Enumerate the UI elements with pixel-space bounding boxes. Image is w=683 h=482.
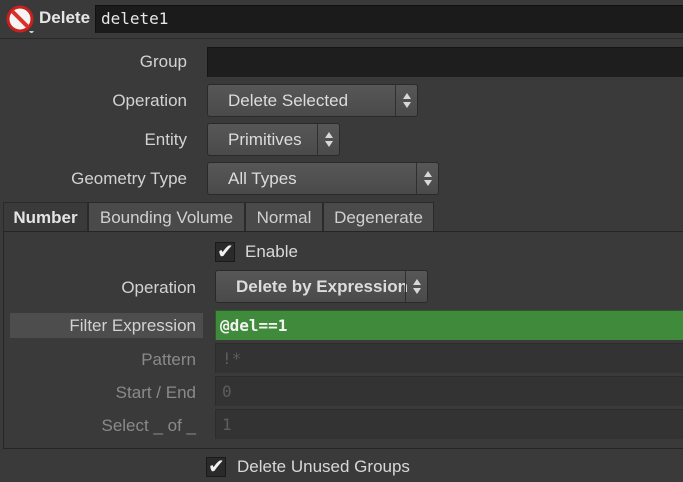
geometry-type-label: Geometry Type xyxy=(71,169,187,188)
start-end-value: 0 xyxy=(222,382,232,401)
filter-expression-field[interactable]: @del==1 xyxy=(215,310,683,340)
filter-expression-value: @del==1 xyxy=(220,316,288,335)
geometry-type-dropdown[interactable]: All Types xyxy=(207,162,439,195)
dropdown-arrows-icon xyxy=(416,163,438,194)
pattern-label: Pattern xyxy=(141,350,196,369)
group-field[interactable] xyxy=(207,47,683,77)
operation-dropdown[interactable]: Delete Selected xyxy=(207,84,418,117)
start-end-field: 0 xyxy=(215,376,683,406)
pattern-field: !* xyxy=(215,343,683,373)
geometry-type-value: All Types xyxy=(228,169,297,188)
node-header: Delete delete1 xyxy=(0,0,683,38)
select-of-field: 1 xyxy=(215,409,683,439)
pattern-value: !* xyxy=(222,349,242,368)
entity-label: Entity xyxy=(144,130,187,149)
node-name-field[interactable]: delete1 xyxy=(95,5,683,33)
tab-degenerate[interactable]: Degenerate xyxy=(323,202,434,232)
dropdown-arrows-icon xyxy=(317,124,339,155)
dropdown-arrows-icon xyxy=(405,271,427,302)
tab-number[interactable]: Number xyxy=(3,202,88,233)
entity-dropdown[interactable]: Primitives xyxy=(207,123,340,156)
select-of-value: 1 xyxy=(222,415,232,434)
enable-label: Enable xyxy=(245,242,298,261)
delete-unused-groups-label: Delete Unused Groups xyxy=(237,457,410,476)
operation-label: Operation xyxy=(112,91,187,110)
node-type-label: Delete xyxy=(39,8,91,27)
dropdown-arrows-icon xyxy=(395,85,417,116)
checkmark-icon: ✔ xyxy=(217,241,234,263)
select-of-label: Select _ of _ xyxy=(101,416,196,435)
number-operation-dropdown[interactable]: Delete by Expression xyxy=(215,270,428,303)
enable-checkbox[interactable]: ✔ xyxy=(215,241,235,263)
entity-value: Primitives xyxy=(228,130,302,149)
no-entry-icon xyxy=(6,5,34,33)
tab-normal[interactable]: Normal xyxy=(245,202,323,232)
filter-expression-label: Filter Expression xyxy=(69,316,196,335)
header-divider xyxy=(0,38,683,39)
operation-value: Delete Selected xyxy=(228,91,349,110)
delete-unused-groups-checkbox[interactable]: ✔ xyxy=(206,456,226,478)
number-operation-label: Operation xyxy=(121,278,196,297)
checkmark-icon: ✔ xyxy=(208,456,225,478)
start-end-label: Start / End xyxy=(115,383,196,402)
number-operation-value: Delete by Expression xyxy=(236,277,408,296)
parameter-panel: Delete delete1 Group Operation Delete Se… xyxy=(0,0,683,482)
tab-bounding-volume[interactable]: Bounding Volume xyxy=(88,202,245,232)
group-label: Group xyxy=(139,52,187,71)
